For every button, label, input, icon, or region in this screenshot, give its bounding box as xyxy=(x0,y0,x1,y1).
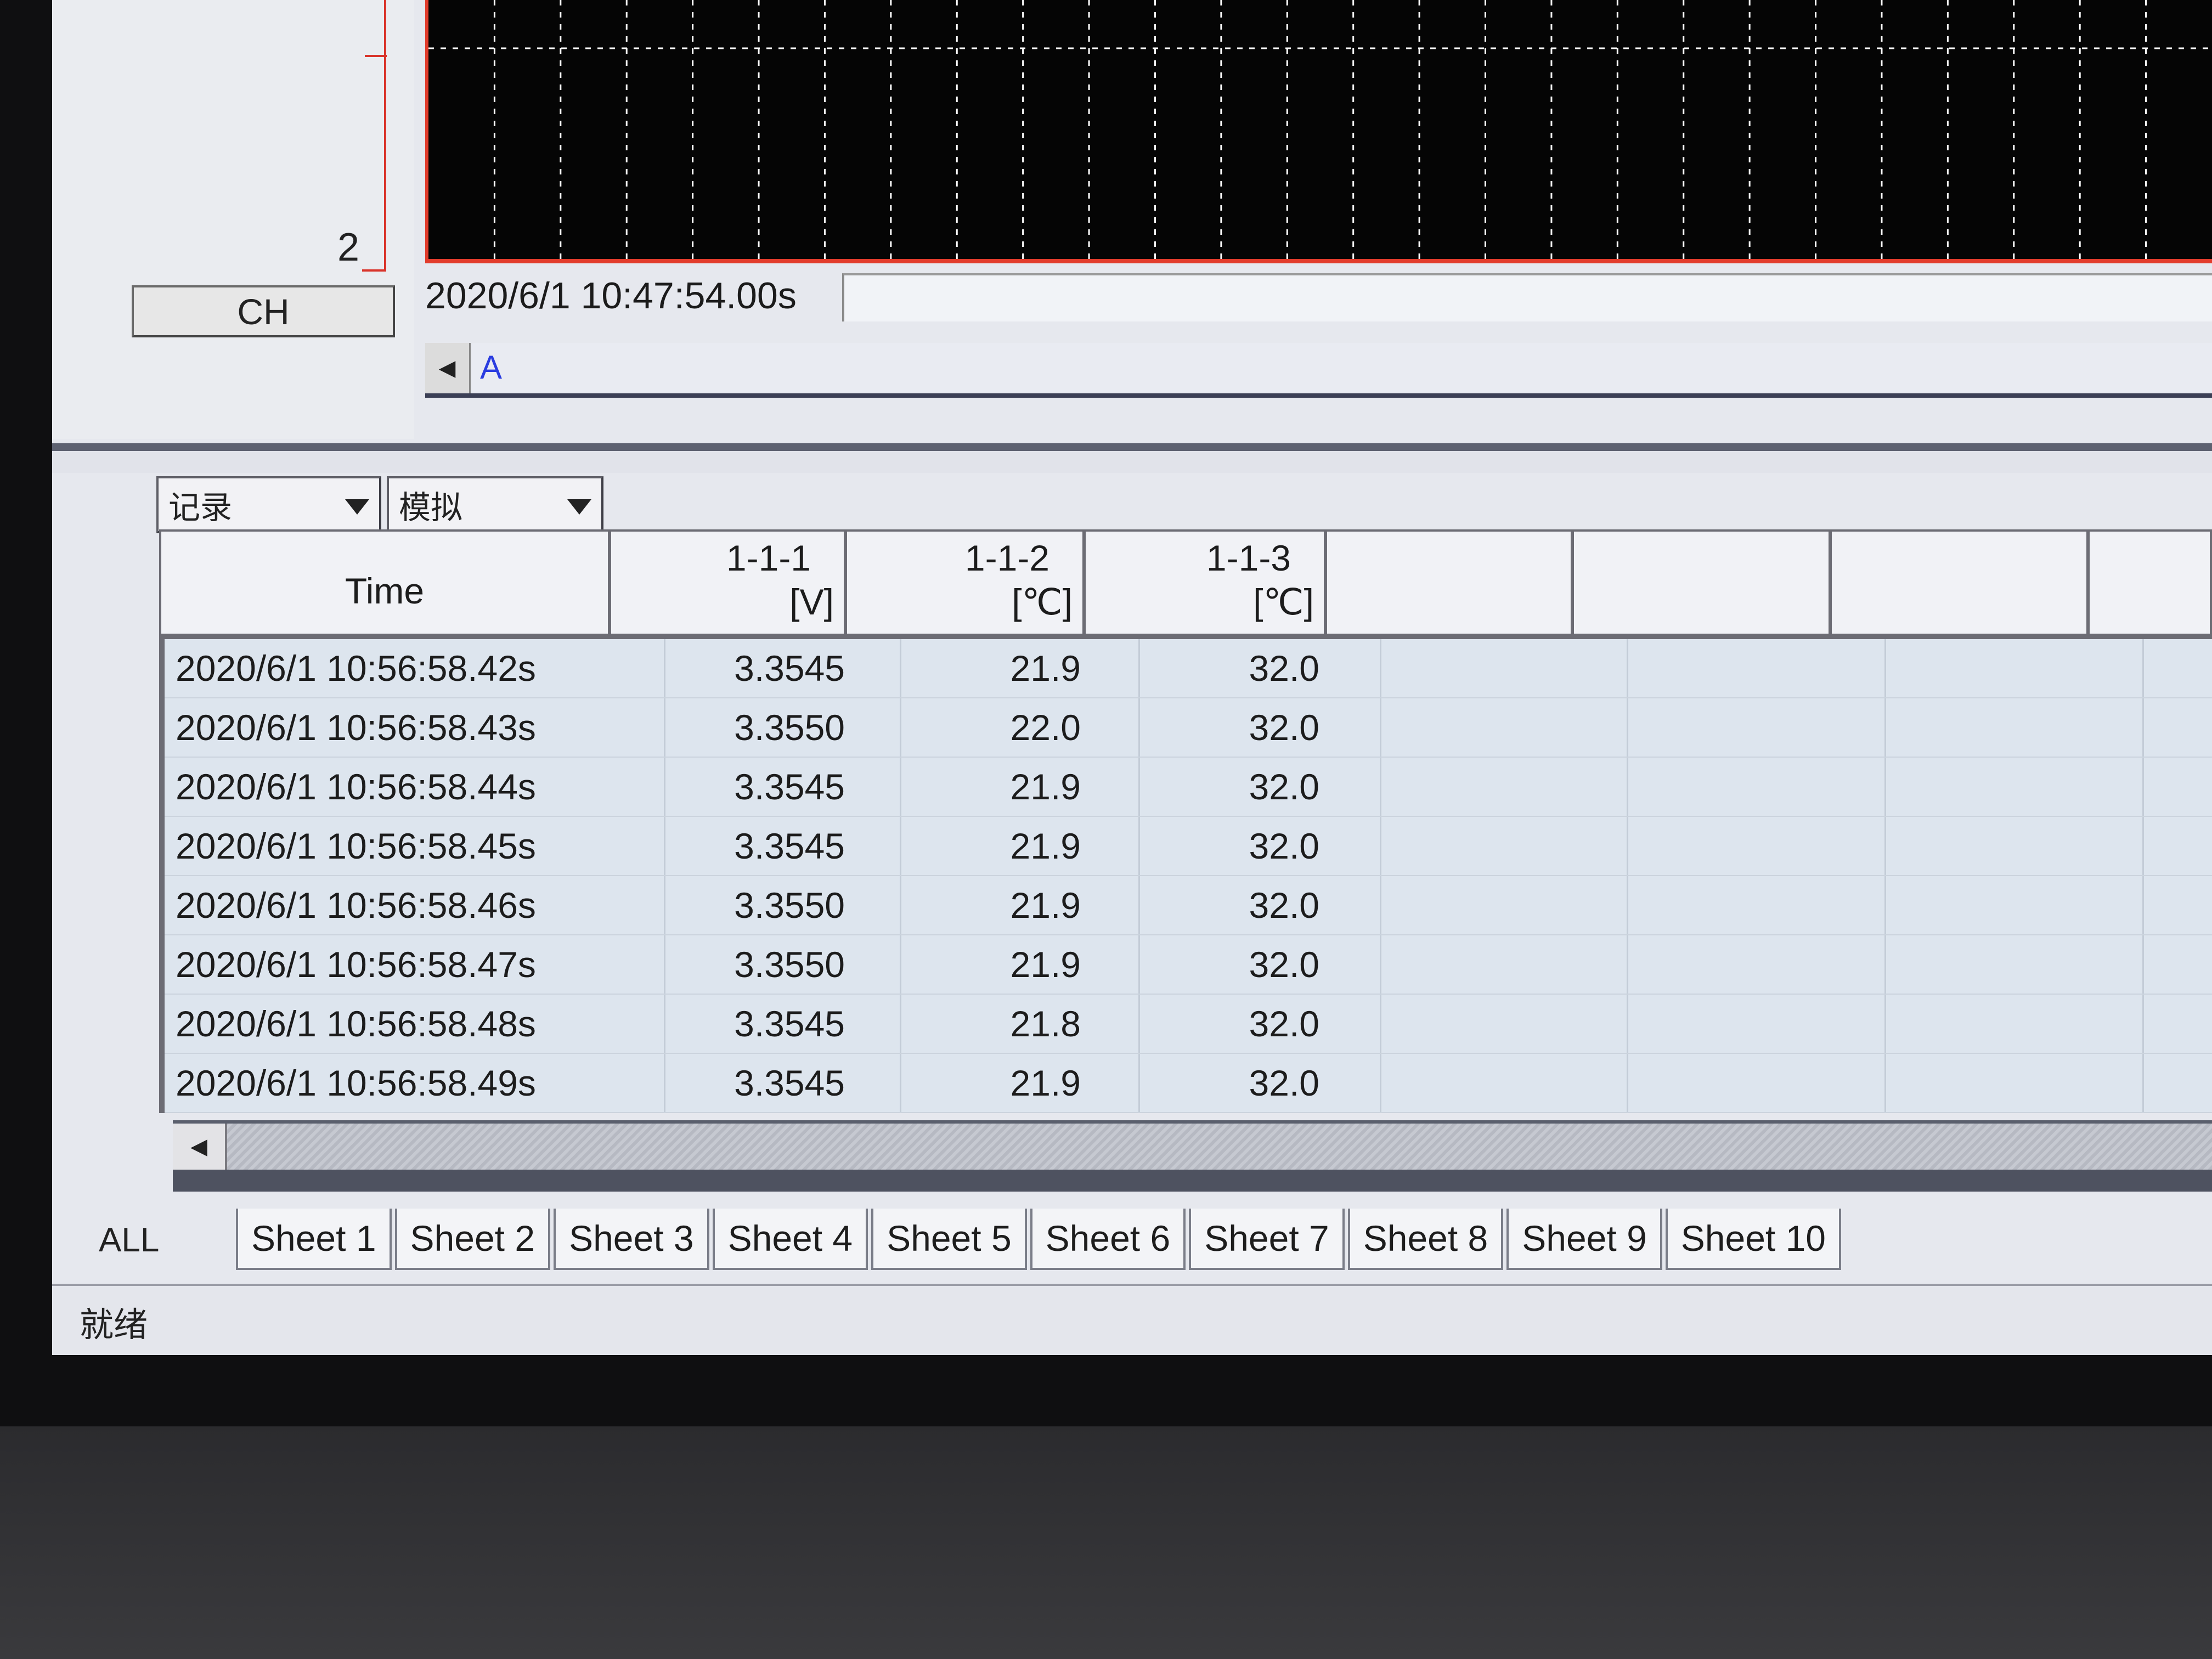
table-cell-value: 32.0 xyxy=(1249,944,1319,985)
caret-down-icon xyxy=(345,499,369,515)
table-cell-value: 32.0 xyxy=(1249,1003,1319,1044)
tab-sheet-3[interactable]: Sheet 3 xyxy=(554,1209,709,1270)
signal-type-value: 模拟 xyxy=(399,490,463,526)
table-cell-value: 21.9 xyxy=(1010,944,1081,985)
cursor-time-readout: 2020/6/1 10:47:54.00s xyxy=(425,275,797,317)
table-cell-value: 3.3550 xyxy=(734,944,845,985)
table-cell-value: 3.3545 xyxy=(734,648,845,689)
table-cell-value: 32.0 xyxy=(1249,885,1319,926)
channel-unit: [V] xyxy=(789,582,834,622)
table-header: Time 1-1-1 [V] 1-1-2 [℃] 1-1-3 [℃] xyxy=(159,529,2212,639)
arrow-left-icon[interactable]: ◀ xyxy=(173,1124,227,1170)
scrollbar-border xyxy=(173,1170,2212,1192)
column-header-ch2[interactable]: 1-1-2 [℃] xyxy=(847,532,1086,636)
table-cell-value: 3.3550 xyxy=(734,885,845,926)
tab-sheet-10[interactable]: Sheet 10 xyxy=(1665,1209,1842,1270)
channel-id: 1-1-2 xyxy=(964,538,1049,578)
waveform-scrollbar[interactable]: ◀ A xyxy=(425,343,2212,398)
table-cell-value: 22.0 xyxy=(1010,707,1081,748)
y-axis-line xyxy=(384,0,386,272)
table-cell-value: 32.0 xyxy=(1249,1063,1319,1103)
data-table: Time 1-1-1 [V] 1-1-2 [℃] 1-1-3 [℃] 2020/… xyxy=(159,529,2212,1113)
signal-type-dropdown[interactable]: 模拟 xyxy=(387,476,603,533)
tab-sheet-7[interactable]: Sheet 7 xyxy=(1189,1209,1345,1270)
column-header-empty[interactable] xyxy=(1832,532,2090,636)
table-cell-value: 3.3545 xyxy=(734,826,845,866)
status-text: 就绪 xyxy=(80,1306,148,1344)
time-display-field xyxy=(842,273,2212,321)
y-axis-panel: 2 CH xyxy=(52,0,414,439)
table-cell-time: 2020/6/1 10:56:58.45s xyxy=(176,826,536,866)
table-cell-time: 2020/6/1 10:56:58.43s xyxy=(176,707,536,748)
table-row[interactable]: 2020/6/1 10:56:58.49s 3.3545 21.9 32.0 xyxy=(165,1054,2212,1113)
table-cell-value: 32.0 xyxy=(1249,826,1319,866)
tab-sheet-6[interactable]: Sheet 6 xyxy=(1030,1209,1186,1270)
caret-down-icon xyxy=(567,499,591,515)
table-cell-time: 2020/6/1 10:56:58.46s xyxy=(176,885,536,926)
table-cell-value: 21.9 xyxy=(1010,826,1081,866)
tab-sheet-5[interactable]: Sheet 5 xyxy=(871,1209,1027,1270)
y-axis-label: 2 xyxy=(337,225,360,269)
tab-sheet-1[interactable]: Sheet 1 xyxy=(236,1209,392,1270)
column-header-time[interactable]: Time xyxy=(161,532,611,636)
record-mode-dropdown[interactable]: 记录 xyxy=(156,476,381,533)
table-cell-value: 3.3550 xyxy=(734,707,845,748)
cursor-marker-a[interactable]: A xyxy=(480,348,502,386)
panel-divider-gap xyxy=(52,451,2212,473)
column-header-ch3[interactable]: 1-1-3 [℃] xyxy=(1086,532,1327,636)
table-cell-value: 21.9 xyxy=(1010,766,1081,807)
tab-sheet-2[interactable]: Sheet 2 xyxy=(394,1209,551,1270)
ch-button[interactable]: CH xyxy=(132,285,395,337)
table-cell-time: 2020/6/1 10:56:58.48s xyxy=(176,1003,536,1044)
table-row[interactable]: 2020/6/1 10:56:58.48s 3.3545 21.8 32.0 xyxy=(165,995,2212,1054)
table-cell-value: 21.9 xyxy=(1010,1063,1081,1103)
table-row[interactable]: 2020/6/1 10:56:58.43s 3.3550 22.0 32.0 xyxy=(165,698,2212,758)
sheet-tab-bar: ALL Sheet 1 Sheet 2 Sheet 3 Sheet 4 Sheet 5S… xyxy=(82,1204,1844,1270)
channel-id: 1-1-1 xyxy=(726,538,811,578)
column-header-empty[interactable] xyxy=(1327,532,1574,636)
tab-sheet-4[interactable]: Sheet 4 xyxy=(712,1209,868,1270)
column-header-ch1[interactable]: 1-1-1 [V] xyxy=(611,532,847,636)
table-cell-time: 2020/6/1 10:56:58.47s xyxy=(176,944,536,985)
table-cell-value: 32.0 xyxy=(1249,766,1319,807)
table-cell-value: 21.9 xyxy=(1010,648,1081,689)
table-cell-value: 3.3545 xyxy=(734,1003,845,1044)
waveform-plot[interactable] xyxy=(425,0,2212,263)
table-horizontal-scrollbar[interactable]: ◀ xyxy=(173,1120,2212,1170)
table-cell-value: 3.3545 xyxy=(734,766,845,807)
channel-unit: [℃] xyxy=(1012,582,1073,622)
table-row[interactable]: 2020/6/1 10:56:58.46s 3.3550 21.9 32.0 xyxy=(165,876,2212,935)
desk-surface xyxy=(0,1426,2212,1659)
status-bar: 就绪 xyxy=(52,1284,2212,1355)
channel-unit: [℃] xyxy=(1253,582,1314,622)
y-axis-tick xyxy=(365,55,387,57)
tab-all[interactable]: ALL xyxy=(82,1210,236,1270)
table-cell-value: 21.8 xyxy=(1010,1003,1081,1044)
app-window: 2 CH 2020/6/1 10:47:54.00s ◀ A 记录 模拟 Tim… xyxy=(52,0,2212,1355)
table-row[interactable]: 2020/6/1 10:56:58.45s 3.3545 21.9 32.0 xyxy=(165,817,2212,876)
record-mode-value: 记录 xyxy=(168,490,233,526)
y-axis-base-tick xyxy=(362,269,386,272)
table-row[interactable]: 2020/6/1 10:56:58.47s 3.3550 21.9 32.0 xyxy=(165,935,2212,995)
panel-divider[interactable] xyxy=(52,443,2212,451)
waveform-grid xyxy=(428,0,2212,259)
tab-sheet-8[interactable]: Sheet 8 xyxy=(1347,1209,1504,1270)
table-body: 2020/6/1 10:56:58.42s 3.3545 21.9 32.0 2020/… xyxy=(159,639,2212,1113)
table-cell-value: 21.9 xyxy=(1010,885,1081,926)
arrow-left-icon[interactable]: ◀ xyxy=(425,343,471,393)
tab-sheet-9[interactable]: Sheet 9 xyxy=(1506,1209,1662,1270)
table-cell-time: 2020/6/1 10:56:58.44s xyxy=(176,766,536,807)
table-row[interactable]: 2020/6/1 10:56:58.42s 3.3545 21.9 32.0 xyxy=(165,639,2212,698)
channel-id: 1-1-3 xyxy=(1206,538,1291,578)
table-cell-time: 2020/6/1 10:56:58.49s xyxy=(176,1063,536,1103)
table-cell-value: 32.0 xyxy=(1249,648,1319,689)
table-cell-time: 2020/6/1 10:56:58.42s xyxy=(176,648,536,689)
table-cell-value: 3.3545 xyxy=(734,1063,845,1103)
table-cell-value: 32.0 xyxy=(1249,707,1319,748)
column-header-time-label: Time xyxy=(345,571,425,611)
table-row[interactable]: 2020/6/1 10:56:58.44s 3.3545 21.9 32.0 xyxy=(165,758,2212,817)
column-header-empty[interactable] xyxy=(1574,532,1832,636)
